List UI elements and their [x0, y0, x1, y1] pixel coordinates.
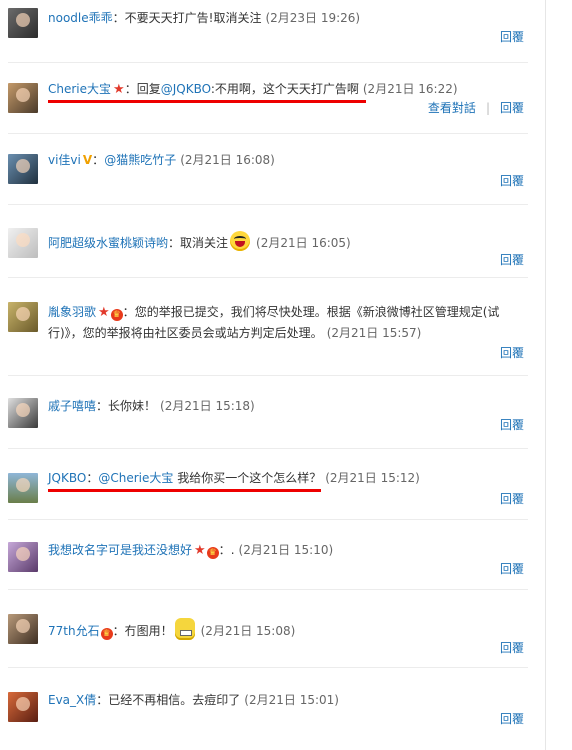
comment-body: 阿肥超级水蜜桃颖诗哟：取消关注 (2月21日 16:05) [48, 231, 526, 253]
comment-body: vi佳vi V：@猫熊吃竹子 (2月21日 16:08) [48, 150, 526, 170]
star-badge-icon: ★ [98, 305, 110, 320]
comment-text: 长你妹！ [108, 399, 157, 413]
reply-prefix: 回复 [136, 82, 161, 96]
username-link[interactable]: 我想改名字可是我还没想好 [48, 543, 192, 557]
comment-body: 胤象羽歌 ★ ♛ ：您的举报已提交，我们将尽快处理。根据《新浪微博社区管理规定(试 行… [48, 302, 526, 343]
comment-text: 我给你买一个这个怎么样？ [173, 471, 322, 485]
comment-item: noodle乖乖：不要天天打广告!取消关注 (2月23日 19:26) 回覆 [0, 0, 540, 63]
comment-item: 我想改名字可是我还没想好 ★ ♛：. (2月21日 15:10) 回覆 [0, 520, 540, 590]
comment-actions: 查看對話 | 回覆 [428, 99, 524, 116]
reply-button[interactable]: 回覆 [500, 416, 524, 433]
timestamp: (2月21日 15:10) [238, 543, 334, 557]
view-dialog-link[interactable]: 查看對話 [428, 101, 476, 115]
mention-link[interactable]: @Cherie大宝 [98, 471, 173, 485]
red-underline-annotation [48, 489, 321, 492]
username-link[interactable]: 胤象羽歌 [48, 305, 96, 319]
comment-item: 77th允石 ♛ ：冇图用！ (2月21日 15:08) 回覆 [0, 590, 540, 668]
comment-item: 胤象羽歌 ★ ♛ ：您的举报已提交，我们将尽快处理。根据《新浪微博社区管理规定(试 行… [0, 278, 540, 376]
comment-item: Cherie大宝 ★：回复@JQKBO:不用啊，这个天天打广告啊 (2月21日 16… [0, 63, 540, 134]
timestamp: (2月21日 16:05) [256, 236, 351, 250]
pipe-divider: | [485, 101, 490, 115]
comment-text-line2: 行)》，您的举报将由社区委员会或站方判定后处理。 [48, 326, 323, 340]
frustrated-emoji-icon [174, 618, 195, 640]
timestamp: (2月21日 16:22) [362, 82, 458, 96]
comment-text: . [230, 543, 235, 557]
comment-body: Cherie大宝 ★：回复@JQKBO:不用啊，这个天天打广告啊 (2月21日 16… [48, 79, 526, 100]
comment-item: JQKBO：@Cherie大宝 我给你买一个这个怎么样？ (2月21日 15:12… [0, 449, 540, 520]
timestamp: (2月21日 15:12) [325, 471, 420, 485]
comment-body: 戚子嘻嘻：长你妹！ (2月21日 15:18) [48, 396, 526, 416]
username-link[interactable]: noodle乖乖 [48, 11, 113, 25]
comment-item: vi佳vi V：@猫熊吃竹子 (2月21日 16:08) 回覆 [0, 134, 540, 205]
colon: ： [96, 693, 109, 707]
timestamp: (2月21日 16:08) [180, 153, 275, 167]
colon: ： [218, 543, 231, 557]
timestamp: (2月23日 19:26) [265, 11, 361, 25]
colon: ： [86, 471, 99, 485]
colon: ： [122, 305, 135, 319]
crown-badge-icon: ♛ [100, 628, 113, 640]
comment-text: :不用啊，这个天天打广告啊 [210, 82, 359, 96]
comment-text: 冇图用！ [124, 624, 173, 638]
username-link[interactable]: 阿肥超级水蜜桃颖诗哟 [48, 236, 168, 250]
comment-text: 取消关注 [180, 236, 229, 250]
user-avatar[interactable] [8, 398, 38, 428]
mention-link[interactable]: @JQKBO [161, 82, 211, 96]
colon: ： [168, 236, 181, 250]
user-avatar[interactable] [8, 154, 38, 184]
comment-body: Eva_X倩：已经不再相信。去痘印了 (2月21日 15:01) [48, 690, 526, 710]
crown-badge-icon: ♛ [110, 309, 123, 321]
colon: ： [112, 624, 125, 638]
comment-text: 您的举报已提交，我们将尽快处理。根据《新浪微博社区管理规定(试 [134, 305, 500, 319]
colon: ： [124, 82, 137, 96]
reply-button[interactable]: 回覆 [500, 710, 524, 727]
comment-body: 我想改名字可是我还没想好 ★ ♛：. (2月21日 15:10) [48, 540, 526, 561]
user-avatar[interactable] [8, 614, 38, 644]
red-underline-annotation [48, 100, 366, 103]
username-link[interactable]: Eva_X倩 [48, 693, 96, 707]
timestamp: (2月21日 15:08) [200, 624, 296, 638]
reply-button[interactable]: 回覆 [500, 251, 524, 268]
reply-button[interactable]: 回覆 [500, 28, 524, 45]
username-link[interactable]: vi佳vi [48, 153, 81, 167]
star-badge-icon: ★ [194, 543, 206, 558]
timestamp: (2月21日 15:01) [244, 693, 339, 707]
user-avatar[interactable] [8, 473, 38, 503]
reply-button[interactable]: 回覆 [500, 639, 524, 656]
star-badge-icon: ★ [113, 82, 125, 97]
reply-button[interactable]: 回覆 [500, 101, 524, 115]
colon: ： [96, 399, 109, 413]
reply-button[interactable]: 回覆 [500, 560, 524, 577]
user-avatar[interactable] [8, 692, 38, 722]
user-avatar[interactable] [8, 302, 38, 332]
comment-item: Eva_X倩：已经不再相信。去痘印了 (2月21日 15:01) 回覆 [0, 668, 540, 750]
reply-button[interactable]: 回覆 [500, 490, 524, 507]
username-link[interactable]: 戚子嘻嘻 [48, 399, 96, 413]
user-avatar[interactable] [8, 83, 38, 113]
username-link[interactable]: 77th允石 [48, 624, 100, 638]
username-link[interactable]: Cherie大宝 [48, 82, 111, 96]
comment-body: noodle乖乖：不要天天打广告!取消关注 (2月23日 19:26) [48, 8, 526, 28]
reply-button[interactable]: 回覆 [500, 344, 524, 361]
vip-badge-icon: V [82, 153, 93, 167]
crown-badge-icon: ♛ [206, 547, 219, 559]
user-avatar[interactable] [8, 8, 38, 38]
comment-item: 戚子嘻嘻：长你妹！ (2月21日 15:18) 回覆 [0, 376, 540, 449]
username-link[interactable]: JQKBO [48, 471, 86, 485]
user-avatar[interactable] [8, 542, 38, 572]
comment-text: 已经不再相信。去痘印了 [108, 693, 241, 707]
laughing-emoji-icon [230, 231, 251, 251]
timestamp: (2月21日 15:18) [160, 399, 255, 413]
user-avatar[interactable] [8, 228, 38, 258]
colon: ： [112, 11, 125, 25]
comment-body: JQKBO：@Cherie大宝 我给你买一个这个怎么样？ (2月21日 15:12… [48, 468, 526, 488]
reply-button[interactable]: 回覆 [500, 172, 524, 189]
timestamp: (2月21日 15:57) [326, 326, 422, 340]
comment-text: 不要天天打广告!取消关注 [124, 11, 262, 25]
right-divider [545, 0, 546, 750]
mention-link[interactable]: @猫熊吃竹子 [104, 153, 176, 167]
comment-body: 77th允石 ♛ ：冇图用！ (2月21日 15:08) [48, 618, 526, 641]
comment-item: 阿肥超级水蜜桃颖诗哟：取消关注 (2月21日 16:05) 回覆 [0, 205, 540, 278]
colon: ： [92, 153, 105, 167]
